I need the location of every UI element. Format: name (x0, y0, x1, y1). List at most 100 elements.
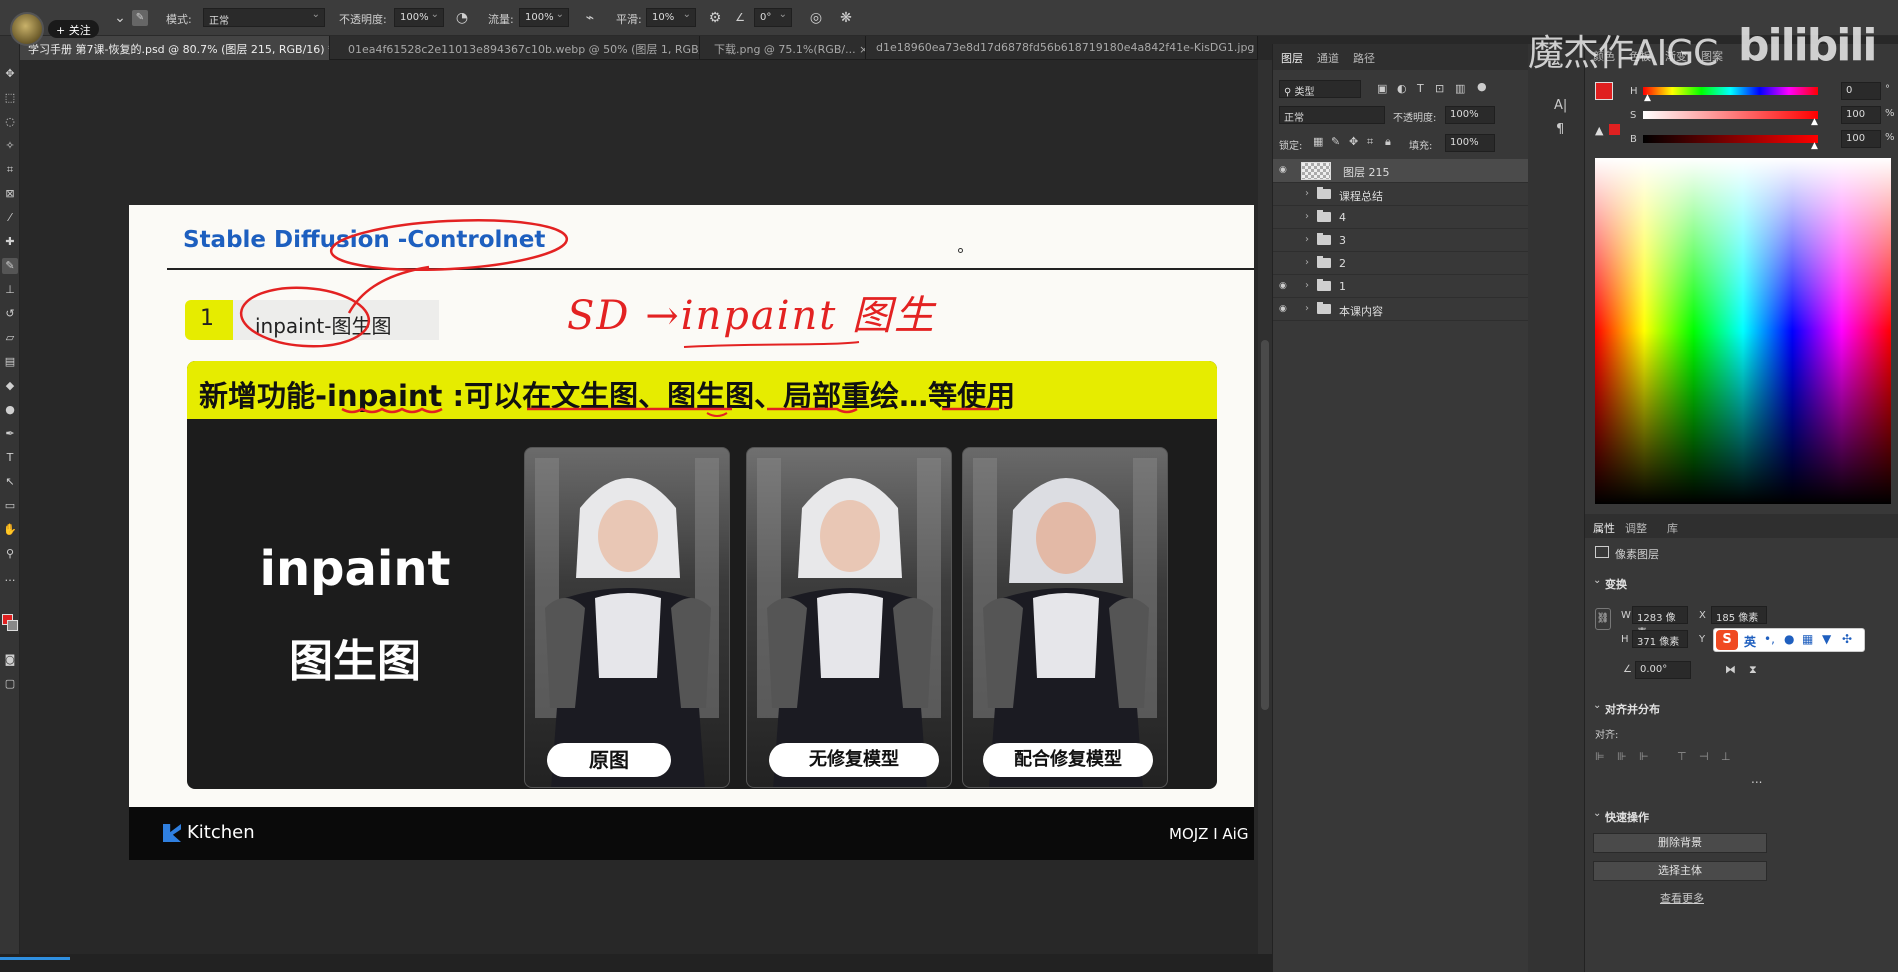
align-center-h-icon[interactable]: ⊪ (1617, 750, 1627, 763)
healing-tool-icon[interactable]: ✚ (2, 234, 18, 250)
flow-input[interactable]: 100% (519, 8, 569, 27)
filter-adjust-icon[interactable]: ◐ (1397, 82, 1407, 95)
filter-pixel-icon[interactable]: ▣ (1377, 82, 1387, 95)
width-input[interactable]: 1283 像素 (1632, 606, 1688, 639)
chevron-right-icon[interactable]: › (1305, 234, 1309, 245)
gear-icon[interactable]: ⚙ (705, 8, 725, 28)
filter-shape-icon[interactable]: ⊡ (1435, 82, 1444, 95)
pressure-size-icon[interactable]: ◎ (806, 8, 826, 28)
tab-libraries[interactable]: 库 (1667, 520, 1678, 536)
layer-row[interactable]: ◉ 图层 215 (1273, 159, 1529, 183)
eye-icon[interactable]: ◉ (1279, 281, 1291, 291)
view-more-link[interactable]: 查看更多 (1660, 890, 1704, 906)
link-proportions-icon[interactable]: ⛓ (1595, 608, 1611, 630)
avatar[interactable] (10, 12, 44, 46)
lock-all-icon[interactable]: 🔒︎ (1385, 135, 1391, 149)
zoom-tool-icon[interactable]: ⚲ (2, 546, 18, 562)
s-input[interactable]: 100 (1841, 106, 1881, 124)
select-subject-button[interactable]: 选择主体 (1593, 861, 1767, 881)
ime-language-label[interactable]: 英 (1744, 633, 1756, 650)
saturation-slider[interactable] (1643, 111, 1818, 119)
web-color-swatch[interactable] (1609, 124, 1620, 135)
eyedropper-tool-icon[interactable]: ⁄ (2, 210, 18, 226)
magic-wand-tool-icon[interactable]: ✧ (2, 138, 18, 154)
chevron-down-icon[interactable]: ⌄ (1593, 700, 1601, 711)
layer-row[interactable]: › 2 (1273, 252, 1529, 275)
b-input[interactable]: 100 (1841, 130, 1881, 148)
vertical-scrollbar-thumb[interactable] (1261, 340, 1269, 710)
doc-tab-4[interactable]: d1e18960ea73e8d17d6878fd56b618719180e4a8… (868, 36, 1258, 60)
smooth-input[interactable]: 10% (646, 8, 696, 27)
layer-row[interactable]: › 3 (1273, 229, 1529, 252)
eye-icon[interactable]: ◉ (1279, 165, 1291, 175)
h-input[interactable]: 0 (1841, 82, 1881, 100)
lock-position-icon[interactable]: ✥ (1349, 135, 1358, 148)
lock-transparency-icon[interactable]: ▦ (1313, 135, 1323, 148)
edit-toolbar-icon[interactable]: … (2, 570, 18, 586)
angle-input[interactable]: 0° (754, 8, 792, 27)
brush-tool-icon[interactable]: ✎ (2, 258, 18, 274)
hand-tool-icon[interactable]: ✋ (2, 522, 18, 538)
mode-select[interactable]: 正常 (203, 8, 325, 27)
align-left-icon[interactable]: ⊫ (1595, 750, 1605, 763)
x-input[interactable]: 185 像素 (1711, 606, 1767, 624)
remove-background-button[interactable]: 删除背景 (1593, 833, 1767, 853)
brightness-slider[interactable] (1643, 135, 1818, 143)
marquee-tool-icon[interactable]: ⬚ (2, 90, 18, 106)
layer-row[interactable]: ◉ › 1 (1273, 275, 1529, 298)
chevron-right-icon[interactable]: › (1305, 303, 1309, 314)
symmetry-icon[interactable]: ❋ (836, 8, 856, 28)
chevron-down-icon[interactable]: ⌄ (1593, 575, 1601, 586)
align-right-icon[interactable]: ⊩ (1639, 750, 1649, 763)
keyboard-icon[interactable]: ▦ (1802, 632, 1813, 646)
align-middle-v-icon[interactable]: ⊣ (1699, 750, 1709, 763)
filter-toggle-icon[interactable]: ● (1477, 80, 1487, 93)
filter-type-icon[interactable]: T (1417, 82, 1424, 95)
stamp-tool-icon[interactable]: ⊥ (2, 282, 18, 298)
type-tool-icon[interactable]: T (2, 450, 18, 466)
tab-paths[interactable]: 路径 (1353, 50, 1375, 66)
layer-row[interactable]: ◉ › 本课内容 (1273, 298, 1529, 321)
gradient-tool-icon[interactable]: ▤ (2, 354, 18, 370)
skin-icon[interactable]: ▼ (1822, 632, 1831, 646)
saturation-slider-handle[interactable]: ▲ (1811, 117, 1818, 127)
dodge-tool-icon[interactable]: ● (2, 402, 18, 418)
pressure-opacity-icon[interactable]: ◔ (452, 8, 472, 28)
tab-channels[interactable]: 通道 (1317, 50, 1339, 66)
hue-slider-handle[interactable]: ▲ (1644, 93, 1651, 103)
foreground-color-swatch[interactable] (1595, 82, 1613, 100)
quick-mask-icon[interactable]: ◙ (2, 652, 18, 668)
toolbox-icon[interactable]: ✣ (1842, 632, 1852, 646)
doc-tab-3[interactable]: 下载.png @ 75.1%(RGB/... × (706, 36, 866, 60)
path-select-tool-icon[interactable]: ↖ (2, 474, 18, 490)
chevron-right-icon[interactable]: › (1305, 257, 1309, 268)
chevron-down-icon[interactable]: ⌄ (1593, 808, 1601, 819)
blend-mode-select[interactable]: 正常 (1279, 106, 1385, 124)
chevron-right-icon[interactable]: › (1305, 188, 1309, 199)
eraser-tool-icon[interactable]: ▱ (2, 330, 18, 346)
shape-tool-icon[interactable]: ▭ (2, 498, 18, 514)
tab-properties[interactable]: 属性 (1593, 520, 1615, 536)
lock-pixels-icon[interactable]: ✎ (1331, 135, 1340, 148)
align-top-icon[interactable]: ⊤ (1677, 750, 1687, 763)
brush-settings-icon[interactable]: ✎ (132, 10, 148, 26)
align-bottom-icon[interactable]: ⊥ (1721, 750, 1731, 763)
follow-button[interactable]: + 关注 (48, 20, 99, 38)
flip-horizontal-icon[interactable]: ⧓ (1725, 663, 1736, 676)
layer-filter-select[interactable]: ⚲ 类型 (1279, 80, 1361, 98)
character-panel-icon[interactable]: A| (1554, 98, 1567, 113)
height-input[interactable]: 371 像素 (1632, 630, 1688, 648)
doc-tab-1[interactable]: 学习手册 第7课-恢复的.psd @ 80.7% (图层 215, RGB/16… (20, 36, 330, 60)
layer-opacity-input[interactable]: 100% (1445, 106, 1495, 124)
punctuation-icon[interactable]: •, (1764, 632, 1775, 646)
chevron-right-icon[interactable]: › (1305, 211, 1309, 222)
lock-artboard-icon[interactable]: ⌗ (1367, 135, 1373, 149)
chevron-right-icon[interactable]: › (1305, 280, 1309, 291)
airbrush-icon[interactable]: ⌁ (580, 8, 600, 28)
history-brush-tool-icon[interactable]: ↺ (2, 306, 18, 322)
move-tool-icon[interactable]: ✥ (2, 66, 18, 82)
angle-input[interactable]: 0.00° (1635, 661, 1691, 679)
tab-adjustments[interactable]: 调整 (1625, 520, 1647, 536)
doc-tab-2[interactable]: 01ea4f61528c2e11013e894367c10b.webp @ 50… (340, 36, 700, 60)
lasso-tool-icon[interactable]: ◌ (2, 114, 18, 130)
